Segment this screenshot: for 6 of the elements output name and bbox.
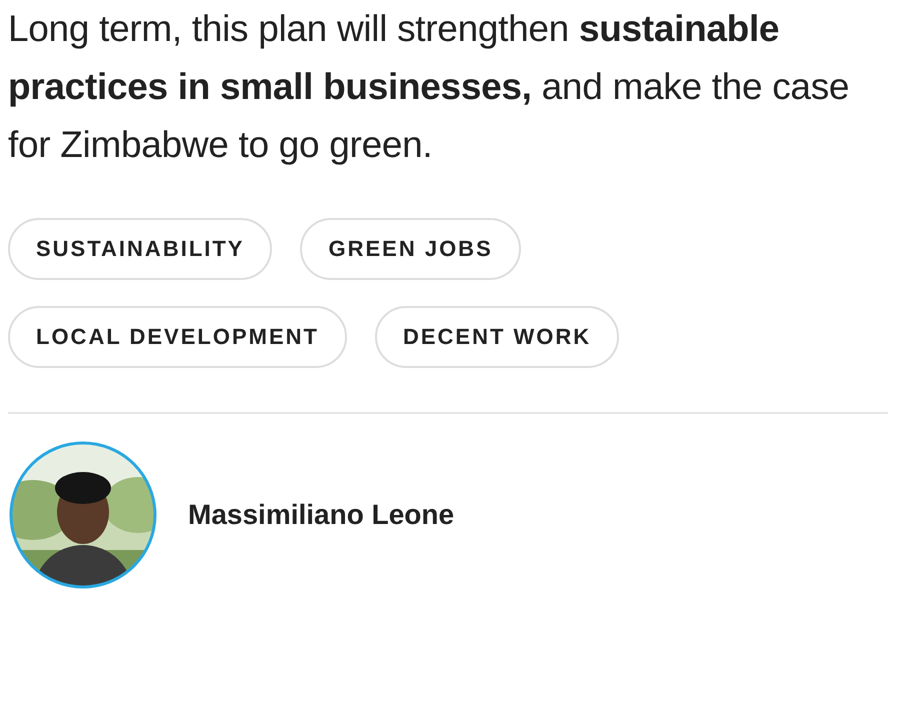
- article-paragraph: Long term, this plan will strengthen sustainable practices in small businesses, and make the case for Zimbabwe to go green.: [8, 7, 850, 167]
- author-name: Massimiliano Leone: [188, 499, 454, 531]
- tag-link[interactable]: GREEN JOBS: [300, 218, 521, 280]
- tag-link[interactable]: LOCAL DEVELOPMENT: [8, 306, 347, 368]
- tag-link[interactable]: SUSTAINABILITY: [8, 218, 272, 280]
- tag-link[interactable]: DECENT WORK: [374, 306, 620, 368]
